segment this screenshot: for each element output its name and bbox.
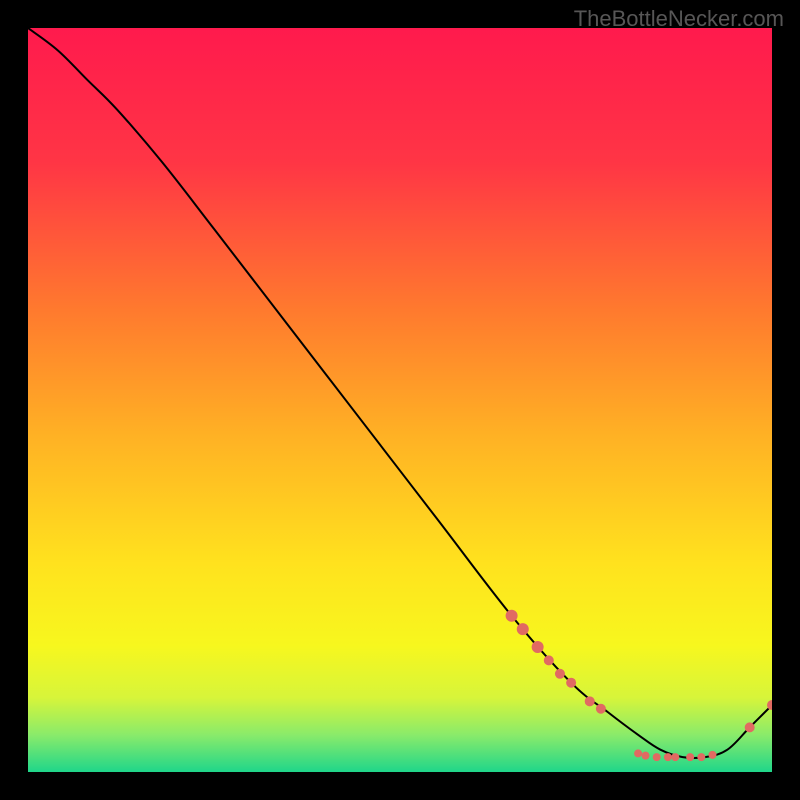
- data-marker: [634, 749, 642, 757]
- watermark-text: TheBottleNecker.com: [574, 6, 784, 32]
- data-marker: [653, 753, 661, 761]
- chart-svg: [28, 28, 772, 772]
- gradient-background: [28, 28, 772, 772]
- data-marker: [664, 753, 672, 761]
- data-marker: [517, 623, 529, 635]
- data-marker: [642, 752, 650, 760]
- data-marker: [708, 751, 716, 759]
- data-marker: [745, 722, 755, 732]
- chart-container: TheBottleNecker.com: [0, 0, 800, 800]
- data-marker: [532, 641, 544, 653]
- data-marker: [596, 704, 606, 714]
- data-marker: [566, 678, 576, 688]
- data-marker: [697, 753, 705, 761]
- data-marker: [585, 696, 595, 706]
- data-marker: [686, 753, 694, 761]
- data-marker: [555, 669, 565, 679]
- data-marker: [506, 610, 518, 622]
- plot-area: [28, 28, 772, 772]
- data-marker: [544, 655, 554, 665]
- data-marker: [671, 753, 679, 761]
